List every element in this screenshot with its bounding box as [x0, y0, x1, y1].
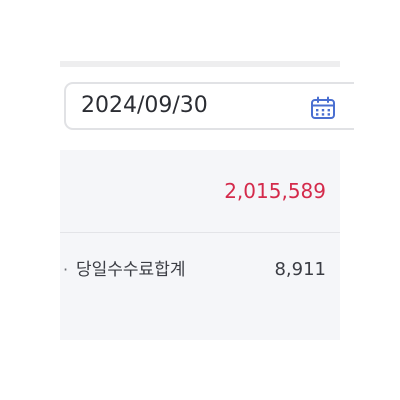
top-divider-bar [60, 61, 340, 67]
summary-panel: 2,015,589 · 당일수수료합계 8,911 [60, 150, 340, 340]
calendar-icon[interactable] [310, 96, 336, 120]
summary-divider [60, 232, 340, 233]
fee-total-row: · 당일수수료합계 8,911 [60, 258, 340, 282]
screen: 2024/09/30 2,015,589 · 당일수수료합계 8,911 [0, 0, 400, 400]
date-value: 2024/09/30 [81, 93, 208, 118]
fee-bullet: · [63, 260, 69, 279]
fee-total-label: 당일수수료합계 [76, 260, 186, 280]
date-picker-field[interactable]: 2024/09/30 [64, 82, 354, 130]
fee-total-value: 8,911 [274, 259, 326, 280]
total-amount: 2,015,589 [224, 179, 326, 203]
